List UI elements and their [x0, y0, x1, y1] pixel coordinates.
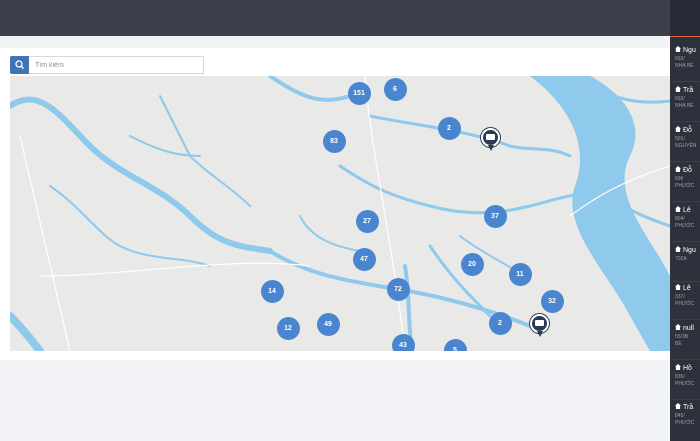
listing-address: 835/ — [675, 374, 685, 380]
listing-name: Đỗ — [683, 127, 692, 134]
listing-address: 501/ — [675, 136, 685, 142]
map-cluster-marker[interactable]: 43 — [391, 333, 415, 351]
divider — [670, 121, 700, 122]
listing-address: 845/ — [675, 413, 685, 419]
listing-district: PHƯỚC — [675, 381, 695, 387]
listing-district: BÈ — [675, 341, 682, 347]
listing-name: Ngu — [683, 247, 696, 254]
divider — [670, 201, 700, 202]
map-cluster-marker[interactable]: 2 — [488, 311, 512, 335]
divider — [670, 241, 700, 242]
listing-item[interactable]: Đỗ 501/ NGUYỄN — [670, 124, 700, 162]
listing-address: 692/ — [675, 96, 685, 102]
map-cluster-marker[interactable]: 37 — [483, 204, 507, 228]
listing-item[interactable]: Lê 337/ PHƯỚC — [670, 282, 700, 320]
map-view[interactable]: 151 6 2 83 37 27 47 20 11 72 14 49 12 32… — [10, 76, 670, 351]
listing-district: PHƯỚC — [675, 183, 695, 189]
listing-name: Ngu — [683, 47, 696, 54]
divider — [670, 319, 700, 320]
divider — [670, 81, 700, 82]
listing-name: Hồ — [683, 365, 692, 372]
map-cluster-marker[interactable]: 83 — [322, 129, 346, 153]
home-icon — [675, 46, 681, 52]
listing-item[interactable]: Đỗ 696 PHƯỚC — [670, 164, 700, 202]
home-icon — [675, 206, 681, 212]
listing-name: Trầ — [683, 404, 694, 411]
top-navbar — [0, 0, 670, 36]
map-cluster-marker[interactable]: 151 — [347, 81, 371, 105]
listing-district: NHÀ BÈ — [675, 103, 694, 109]
search-button[interactable] — [10, 56, 29, 74]
listing-item[interactable]: Ngu 692/ NHÀ BÈ — [670, 44, 700, 82]
listing-address: 692/ — [675, 56, 685, 62]
search-icon — [15, 60, 24, 69]
listing-address: 337/ — [675, 294, 685, 300]
listing-address: 702A — [675, 256, 687, 262]
divider — [670, 399, 700, 400]
listing-district: PHƯỚC — [675, 420, 695, 426]
house-marker-icon[interactable] — [529, 314, 549, 337]
listing-item[interactable]: Ngu 702A — [670, 244, 700, 282]
listing-district: NHÀ BÈ — [675, 63, 694, 69]
map-cluster-marker[interactable]: 14 — [260, 279, 284, 303]
map-cluster-marker[interactable]: 49 — [316, 312, 340, 336]
map-cluster-marker[interactable]: 32 — [540, 289, 564, 313]
listing-district: PHƯỚC — [675, 223, 695, 229]
map-cluster-marker[interactable]: 11 — [508, 262, 532, 286]
listing-name: Lê — [683, 207, 691, 214]
search-bar — [10, 56, 204, 74]
listing-name: Đỗ — [683, 167, 692, 174]
home-icon — [675, 324, 681, 330]
home-icon — [675, 86, 681, 92]
home-icon — [675, 284, 681, 290]
listing-name: null — [683, 325, 694, 332]
divider — [670, 359, 700, 360]
map-cluster-marker[interactable]: 12 — [276, 316, 300, 340]
listing-address: 804/ — [675, 216, 685, 222]
listing-item[interactable]: null 55/3B BÈ — [670, 322, 700, 360]
map-cluster-marker[interactable]: 2 — [437, 116, 461, 140]
map-cluster-marker[interactable]: 72 — [386, 277, 410, 301]
listing-address: 55/3B — [675, 334, 689, 340]
listing-item[interactable]: Trầ 692/ NHÀ BÈ — [670, 84, 700, 122]
search-input[interactable] — [29, 56, 204, 74]
sidebar-header — [670, 0, 700, 37]
listing-sidebar: Ngu 692/ NHÀ BÈ Trầ 692/ NHÀ BÈ Đỗ 501/ … — [670, 0, 700, 441]
listing-name: Trầ — [683, 87, 694, 94]
house-marker-icon[interactable] — [480, 128, 500, 151]
listing-item[interactable]: Hồ 835/ PHƯỚC — [670, 362, 700, 400]
listing-district: NGUYỄN — [675, 143, 697, 149]
home-icon — [675, 403, 681, 409]
home-icon — [675, 126, 681, 132]
listing-name: Lê — [683, 285, 691, 292]
listing-district: PHƯỚC — [675, 301, 695, 307]
listing-item[interactable]: Lê 804/ PHƯỚC — [670, 204, 700, 242]
map-cluster-marker[interactable]: 47 — [352, 247, 376, 271]
divider — [670, 161, 700, 162]
home-icon — [675, 246, 681, 252]
map-cluster-marker[interactable]: 20 — [460, 252, 484, 276]
home-icon — [675, 166, 681, 172]
listing-address: 696 — [675, 176, 684, 182]
map-cluster-marker[interactable]: 27 — [355, 209, 379, 233]
map-water-features — [10, 76, 670, 351]
map-cluster-marker[interactable]: 6 — [383, 77, 407, 101]
home-icon — [675, 364, 681, 370]
listing-item[interactable]: Trầ 845/ PHƯỚC — [670, 401, 700, 439]
